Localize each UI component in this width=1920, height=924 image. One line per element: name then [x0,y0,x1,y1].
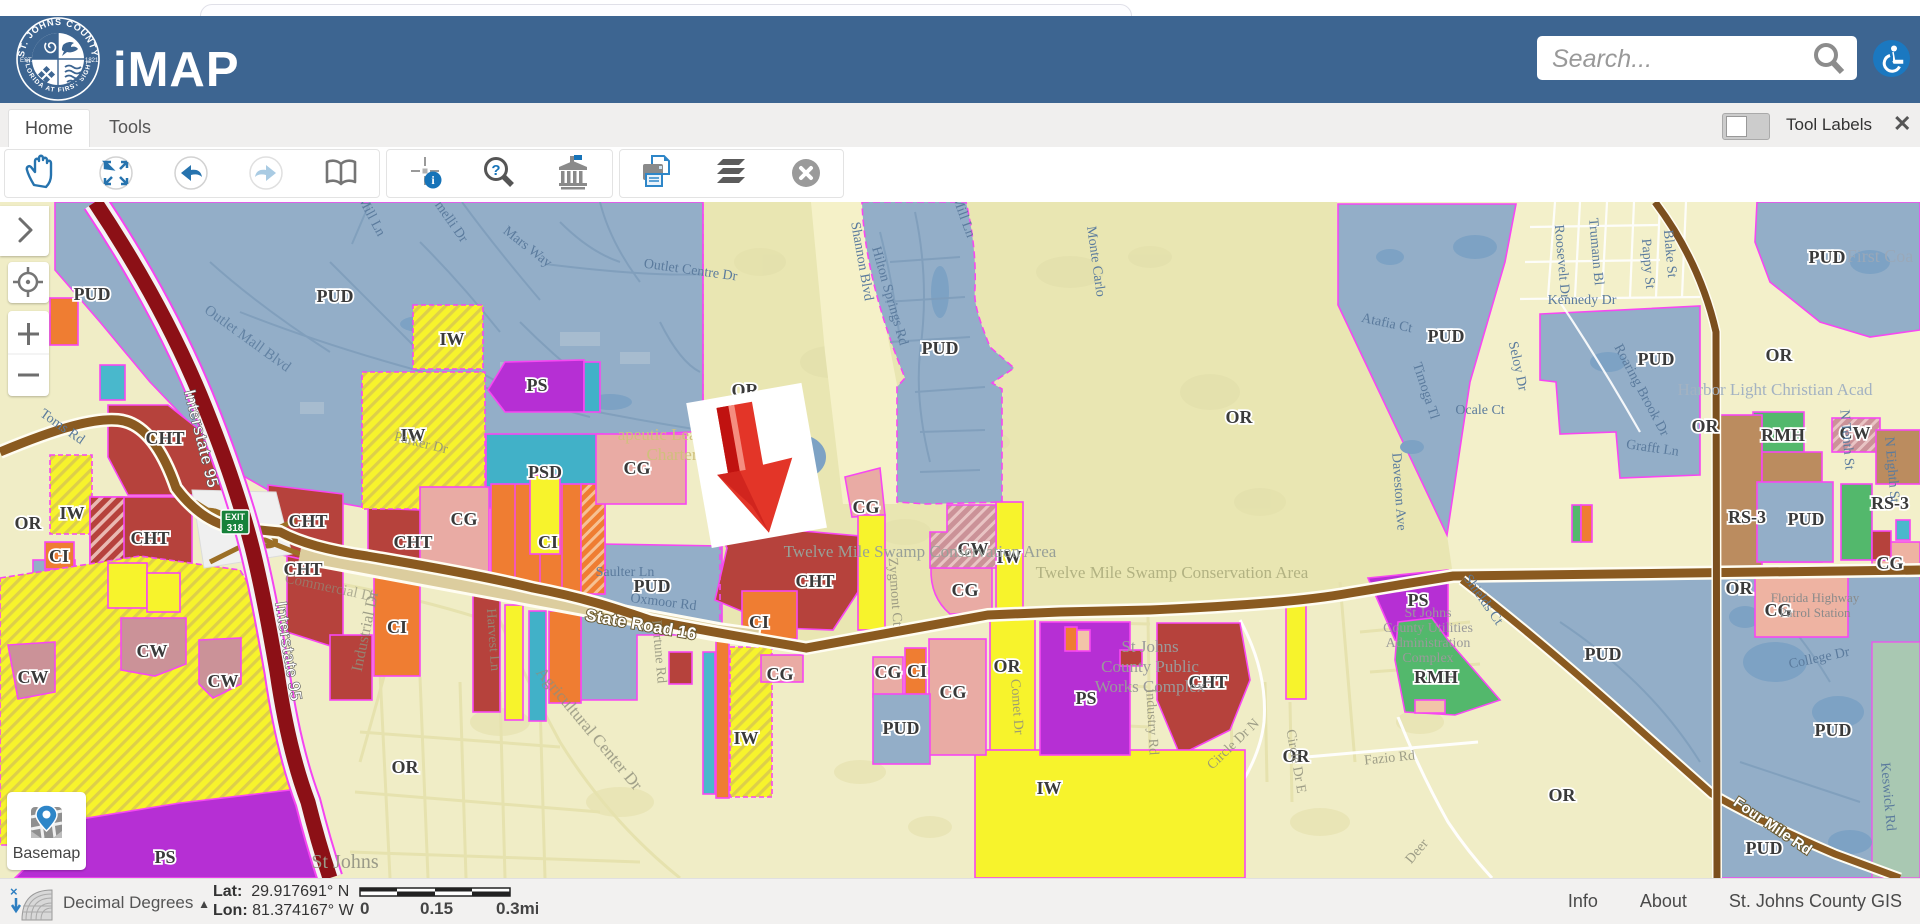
svg-text:OR: OR [1726,578,1754,598]
svg-text:St Johns: St Johns [1404,606,1451,621]
svg-text:EST.: EST. [20,58,33,64]
svg-text:PUD: PUD [1428,326,1465,346]
svg-text:IW: IW [439,329,464,349]
svg-text:CHT: CHT [130,528,169,548]
svg-text:CG: CG [952,580,979,600]
svg-text:PUD: PUD [1809,247,1846,267]
svg-text:CG: CG [1877,553,1904,573]
svg-text:PS: PS [1075,688,1096,708]
svg-text:CHT: CHT [145,428,184,448]
svg-text:CW: CW [137,641,168,661]
svg-text:First Coa: First Coa [1847,246,1914,266]
svg-text:OR: OR [1549,785,1577,805]
svg-text:PSD: PSD [528,462,562,482]
svg-text:Patrol Station: Patrol Station [1779,605,1851,620]
svg-text:IW: IW [1036,778,1061,798]
svg-text:PUD: PUD [317,286,354,306]
svg-text:IW: IW [59,503,84,523]
svg-text:CG: CG [940,682,967,702]
svg-text:PUD: PUD [922,338,959,358]
svg-text:PUD: PUD [1585,644,1622,664]
svg-text:318: 318 [227,523,244,534]
svg-text:CW: CW [208,671,239,691]
svg-text:?: ? [491,162,500,179]
svg-text:CI: CI [49,546,69,566]
svg-text:OR: OR [392,757,420,777]
svg-text:×: × [10,884,18,899]
svg-text:PS: PS [526,375,547,395]
svg-text:apeutic Lear: apeutic Lear [618,425,703,444]
svg-text:St Johns: St Johns [1121,637,1178,656]
svg-text:OR: OR [1226,407,1254,427]
svg-text:PUD: PUD [1638,349,1675,369]
svg-text:RMH: RMH [1414,667,1458,687]
svg-text:CG: CG [875,662,902,682]
svg-text:Twelve Mile Swamp Conservation: Twelve Mile Swamp Conservation Area [1036,563,1309,582]
svg-text:County Utilities: County Utilities [1383,621,1473,636]
svg-text:Ocale Ct: Ocale Ct [1455,403,1504,418]
svg-text:County Public: County Public [1101,657,1199,676]
svg-text:OR: OR [1692,416,1720,436]
svg-text:CG: CG [451,509,478,529]
svg-text:CI: CI [907,661,927,681]
svg-text:CI: CI [538,532,558,552]
svg-text:OR: OR [994,656,1022,676]
svg-text:CHT: CHT [288,511,327,531]
svg-text:1821: 1821 [85,58,99,64]
svg-text:PUD: PUD [883,718,920,738]
svg-text:CHT: CHT [393,532,432,552]
svg-text:Charter: Charter [647,445,698,464]
svg-text:PUD: PUD [1746,838,1783,858]
svg-text:0: 0 [360,899,369,918]
svg-text:Complex: Complex [1402,651,1453,666]
svg-text:CHT: CHT [795,571,834,591]
svg-text:PUD: PUD [1815,720,1852,740]
svg-text:PS: PS [154,847,175,867]
svg-text:Harbor Light Christian Acad: Harbor Light Christian Acad [1678,380,1873,399]
svg-text:0.3mi: 0.3mi [496,899,538,918]
svg-text:0.15: 0.15 [420,899,453,918]
svg-text:RS-3: RS-3 [1728,507,1766,527]
svg-text:PUD: PUD [74,284,111,304]
svg-text:Administration: Administration [1386,636,1471,651]
svg-text:RMH: RMH [1761,425,1805,445]
svg-text:EXIT: EXIT [225,512,246,522]
svg-text:CI: CI [749,612,769,632]
svg-text:Twelve Mile Swamp Conservation: Twelve Mile Swamp Conservation Area [784,542,1057,561]
svg-text:OR: OR [15,513,43,533]
svg-text:St Johns: St Johns [311,851,378,873]
svg-text:IW: IW [733,728,758,748]
svg-text:Florida Highway: Florida Highway [1771,590,1860,605]
svg-text:CG: CG [767,664,794,684]
svg-text:Saulter Ln: Saulter Ln [596,565,655,580]
svg-text:CI: CI [387,617,407,637]
svg-text:OR: OR [1766,345,1794,365]
svg-text:CW: CW [18,667,49,687]
svg-text:CG: CG [853,497,880,517]
svg-text:PUD: PUD [1788,509,1825,529]
